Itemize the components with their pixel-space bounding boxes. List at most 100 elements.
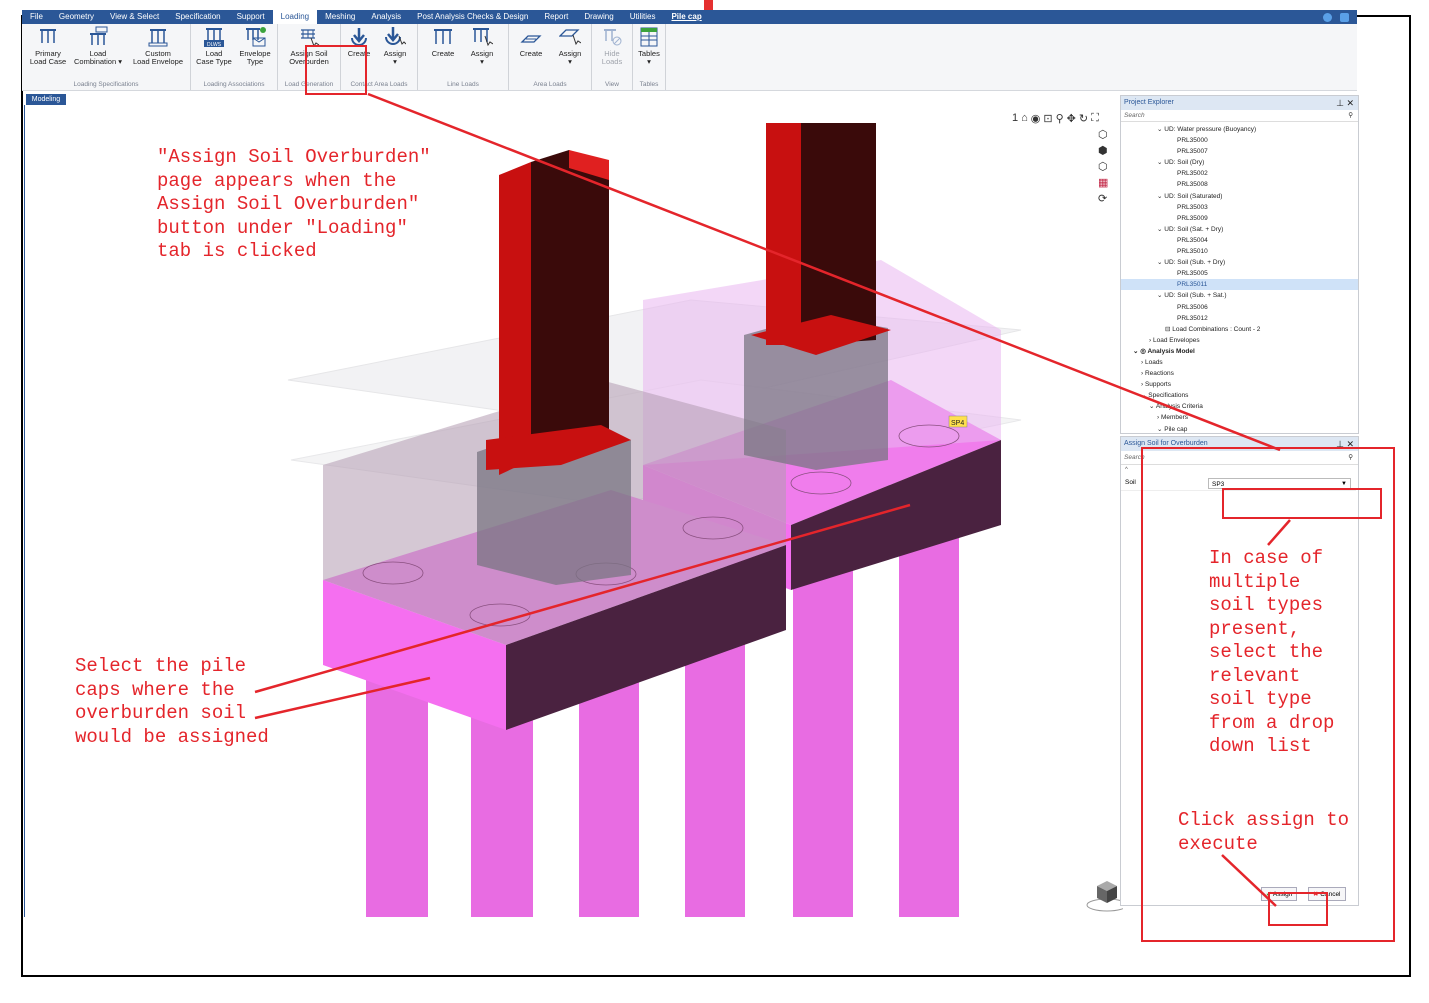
group-label-view: View bbox=[605, 81, 619, 88]
viewport-marker: 1 bbox=[1012, 112, 1019, 124]
tab-support[interactable]: Support bbox=[229, 10, 273, 24]
tab-meshing[interactable]: Meshing bbox=[317, 10, 363, 24]
rotate-icon[interactable]: ↻ bbox=[1079, 112, 1088, 125]
group-loading-associations: DLWS Load Case Type Envelope Type Loadin… bbox=[191, 24, 278, 90]
group-label-line-loads: Line Loads bbox=[447, 81, 479, 88]
load-case-type-label: Load Case Type bbox=[196, 49, 232, 66]
tree-node[interactable]: ⌄ UD: Soil (Sub. + Sat.) bbox=[1121, 290, 1358, 301]
close-icon[interactable]: ✕ bbox=[1346, 98, 1354, 108]
tables-button[interactable]: Tables ▾ bbox=[636, 26, 662, 66]
load-combination-button[interactable]: Load Combination ▾ bbox=[70, 26, 126, 66]
tree-node[interactable]: PRL35009 bbox=[1121, 213, 1358, 224]
tab-specification[interactable]: Specification bbox=[167, 10, 228, 24]
zoom-window-icon[interactable]: ⊡ bbox=[1043, 112, 1052, 125]
tab-view-select[interactable]: View & Select bbox=[102, 10, 167, 24]
dlws-badge: DLWS bbox=[207, 42, 222, 48]
tab-report[interactable]: Report bbox=[536, 10, 576, 24]
create-area-load-button[interactable]: Create bbox=[515, 26, 547, 58]
tree-node[interactable]: PRL35000 bbox=[1121, 135, 1358, 146]
tree-node[interactable]: PRL35008 bbox=[1121, 179, 1358, 190]
tree-node[interactable]: PRL35010 bbox=[1121, 246, 1358, 257]
collapse-icon[interactable]: ^ bbox=[1125, 467, 1128, 473]
tree-node[interactable]: PRL35011 bbox=[1121, 279, 1358, 291]
assign-area-load-button[interactable]: Assign ▾ bbox=[553, 26, 587, 66]
tree-node[interactable]: ⌄ Pile cap bbox=[1121, 424, 1358, 435]
tree-node[interactable]: ⌄ UD: Soil (Dry) bbox=[1121, 157, 1358, 168]
zoom-icon[interactable]: ⚲ bbox=[1056, 112, 1064, 125]
primary-load-case-button[interactable]: Primary Load Case bbox=[28, 26, 68, 66]
help-icon[interactable] bbox=[1323, 12, 1332, 22]
tab-geometry[interactable]: Geometry bbox=[51, 10, 102, 24]
fit-view-icon[interactable]: ⛶ bbox=[1091, 112, 1099, 125]
group-line-loads: Create Assign ▾ Line Loads bbox=[418, 24, 509, 90]
refresh-icon[interactable]: ⟳ bbox=[1098, 192, 1108, 205]
render-icon[interactable]: ▦ bbox=[1098, 176, 1108, 189]
primary-load-case-label: Primary Load Case bbox=[29, 49, 67, 66]
assign-line-load-button[interactable]: Assign ▾ bbox=[464, 26, 500, 66]
tree-node[interactable]: › Loads bbox=[1121, 357, 1358, 368]
view-cube[interactable] bbox=[1086, 881, 1123, 912]
tree-node[interactable]: ⌄ UD: Soil (Sat. + Dry) bbox=[1121, 224, 1358, 235]
tree-node[interactable]: PRL35012 bbox=[1121, 313, 1358, 324]
tab-modeling[interactable]: Modeling bbox=[26, 94, 66, 105]
pile[interactable] bbox=[899, 520, 959, 917]
tree-node[interactable]: ⌄ ◎ Analysis Model bbox=[1121, 346, 1358, 357]
tree-node[interactable]: › Load Envelopes bbox=[1121, 335, 1358, 346]
tree-node[interactable]: PRL35006 bbox=[1121, 302, 1358, 313]
hide-loads-button[interactable]: Hide Loads bbox=[596, 26, 628, 66]
tree-node[interactable]: › Supports bbox=[1121, 379, 1358, 390]
load-case-type-button[interactable]: DLWS Load Case Type bbox=[195, 26, 233, 66]
area-load-assign-icon bbox=[559, 29, 581, 46]
tree-node[interactable]: PRL35003 bbox=[1121, 202, 1358, 213]
tree-node[interactable]: ⌄ UD: Water pressure (Buoyancy) bbox=[1121, 124, 1358, 135]
tree-node[interactable]: ⌄ UD: Soil (Sub. + Dry) bbox=[1121, 257, 1358, 268]
steel-column-right-web[interactable] bbox=[801, 123, 876, 345]
steel-column-left-flange[interactable] bbox=[499, 162, 531, 475]
side-view-icon[interactable]: ⬡ bbox=[1098, 160, 1108, 173]
create-line-load-label: Create bbox=[431, 49, 455, 58]
ribbon: Primary Load Case Load Combination ▾ Cus… bbox=[22, 24, 1357, 91]
tab-drawing[interactable]: Drawing bbox=[576, 10, 621, 24]
assign-contact-load-button[interactable]: Assign ▾ bbox=[377, 26, 413, 66]
view-mode-icon[interactable]: ◉ bbox=[1031, 112, 1041, 125]
pile[interactable] bbox=[793, 540, 853, 917]
envelope-type-button[interactable]: Envelope Type bbox=[235, 26, 275, 66]
create-line-load-button[interactable]: Create bbox=[428, 26, 458, 58]
view-toolbar-vertical: ⬡ ⬢ ⬡ ▦ ⟳ bbox=[1098, 128, 1108, 205]
tree-node[interactable]: PRL35007 bbox=[1121, 146, 1358, 157]
tree-node[interactable]: › Members bbox=[1121, 412, 1358, 423]
project-explorer-search-input[interactable]: Search bbox=[1124, 112, 1145, 119]
tree-node[interactable]: PRL35004 bbox=[1121, 235, 1358, 246]
iso-view-icon[interactable]: ⬡ bbox=[1098, 128, 1108, 141]
project-title: Pile cap bbox=[671, 12, 702, 21]
tab-file[interactable]: File bbox=[22, 10, 51, 24]
steel-column-right-flange[interactable] bbox=[766, 123, 801, 345]
primary-load-case-icon bbox=[40, 29, 56, 43]
tab-loading[interactable]: Loading bbox=[272, 10, 318, 24]
tree-node[interactable]: ⌄ Analysis Criteria bbox=[1121, 401, 1358, 412]
group-tables: Tables ▾ Tables bbox=[633, 24, 666, 90]
tree-node[interactable]: › Reactions bbox=[1121, 368, 1358, 379]
search-icon[interactable]: ⚲ bbox=[1348, 110, 1353, 121]
tree-node[interactable]: ⊟ Load Combinations : Count - 2 bbox=[1121, 324, 1358, 335]
user-icon[interactable] bbox=[1340, 12, 1349, 22]
pan-icon[interactable]: ✥ bbox=[1067, 112, 1076, 125]
tree-node[interactable]: ⌄ Specifications bbox=[1121, 390, 1358, 401]
steel-column-left-web[interactable] bbox=[531, 150, 609, 460]
project-explorer-search[interactable]: Search ⚲ bbox=[1121, 110, 1358, 122]
assign-line-load-label: Assign ▾ bbox=[470, 49, 494, 66]
hide-loads-label: Hide Loads bbox=[601, 49, 623, 66]
tree-node[interactable]: ⌄ UD: Soil (Saturated) bbox=[1121, 191, 1358, 202]
tab-post-analysis[interactable]: Post Analysis Checks & Design bbox=[409, 10, 536, 24]
tree-node[interactable]: PRL35002 bbox=[1121, 168, 1358, 179]
highlight-assign-soil-button bbox=[305, 45, 367, 95]
tab-analysis[interactable]: Analysis bbox=[363, 10, 409, 24]
annotation-click-assign: Click assign to execute bbox=[1178, 809, 1350, 855]
custom-load-envelope-button[interactable]: Custom Load Envelope bbox=[128, 26, 188, 66]
assign-contact-load-label: Assign ▾ bbox=[383, 49, 407, 66]
tree-node[interactable]: PRL35005 bbox=[1121, 268, 1358, 279]
pin-icon[interactable]: ⊥ bbox=[1336, 98, 1344, 108]
front-view-icon[interactable]: ⬢ bbox=[1098, 144, 1108, 157]
home-view-icon[interactable]: ⌂ bbox=[1021, 112, 1028, 125]
tab-utilities[interactable]: Utilities bbox=[622, 10, 664, 24]
